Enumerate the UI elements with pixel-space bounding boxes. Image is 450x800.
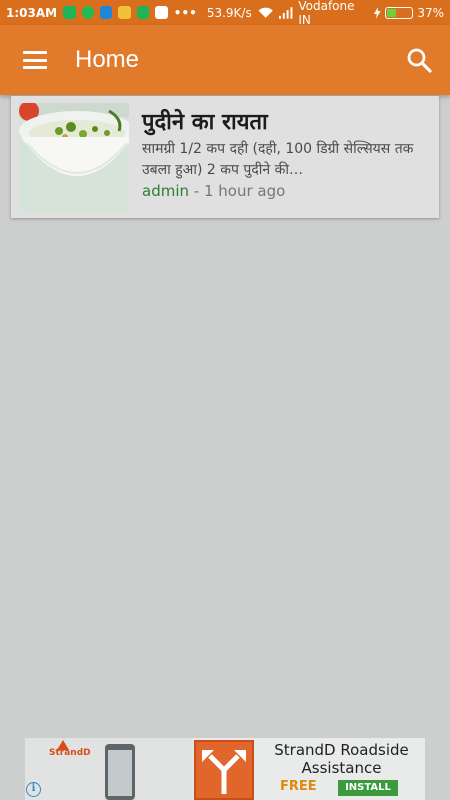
page-title: Home [75,46,140,73]
post-card[interactable]: पुदीने का रायता सामग्री 1/2 कप दही (दही,… [11,96,439,218]
shield-icon [63,6,76,19]
carrier-name: Vodafone IN [298,0,355,27]
menu-icon[interactable] [23,51,47,69]
status-time: 1:03AM [6,5,58,20]
post-excerpt: सामग्री 1/2 कप दही (दही, 100 डिग्री सेल्… [142,141,414,178]
wifi-icon [258,7,273,18]
battery-icon [384,6,414,19]
whatsapp-icon [81,6,94,19]
meta-separator: - [189,182,204,200]
shield-icon [136,6,150,19]
ad-brand: StrandD [49,748,91,758]
network-speed: 53.9K/s [206,5,252,20]
more-notifications-icon: ••• [173,5,197,20]
ad-title: StrandD Roadside Assistance [274,741,409,777]
app-bar: Home [0,25,450,95]
phone-image [105,744,135,800]
post-author: admin [142,182,189,200]
post-time: 1 hour ago [203,182,286,200]
ad-price: FREE [280,779,317,794]
app-icon [194,740,254,800]
status-bar: 1:03AM ••• 53.9K/s Vodafone IN 37% [0,0,450,27]
install-button[interactable]: INSTALL [338,780,398,796]
battery-percent: 37% [417,5,444,20]
ad-info-icon[interactable]: i [26,782,41,797]
gmail-icon [155,6,168,19]
post-thumbnail[interactable] [19,103,129,213]
post-meta: admin - 1 hour ago [142,182,285,200]
ad-image: StrandD i [25,738,193,800]
truecaller-icon [99,6,113,19]
post-title[interactable]: पुदीने का रायता [142,106,268,136]
signal-icon [279,6,293,19]
search-icon[interactable] [406,47,432,73]
photos-icon [118,6,131,19]
ad-banner[interactable]: StrandD i StrandD Roadside Assistance FR… [25,738,425,800]
charging-icon [373,6,381,19]
